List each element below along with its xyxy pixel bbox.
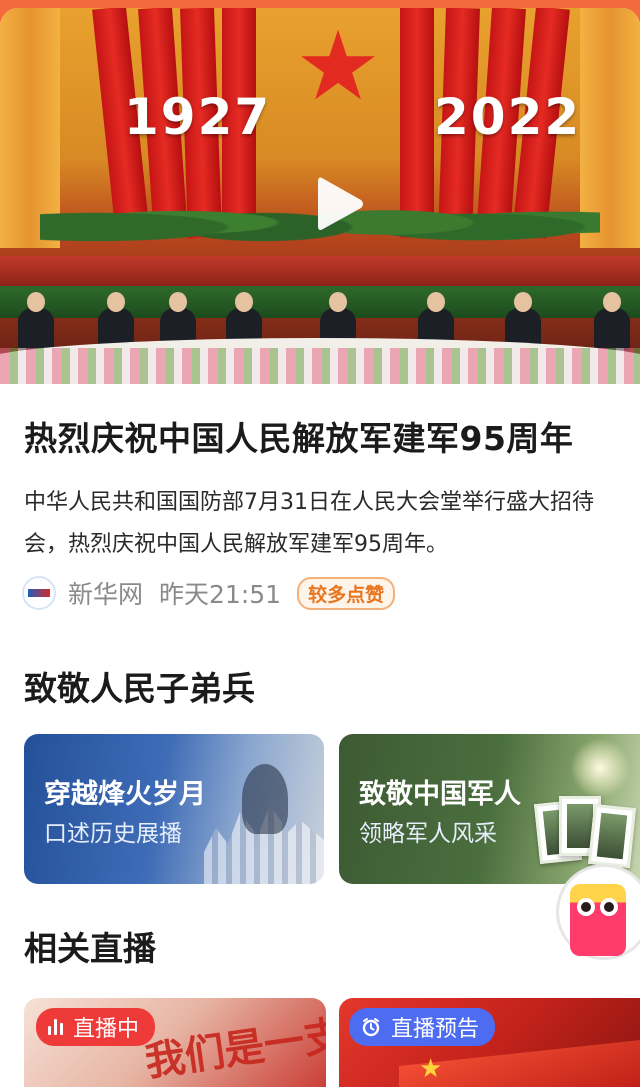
publish-time: 昨天21:51 (159, 580, 282, 609)
live-preview-badge: 直播预告 (349, 1008, 496, 1046)
live-now-badge: 直播中 (36, 1008, 156, 1046)
flowers (0, 348, 640, 384)
tile-salute-soldiers[interactable]: 致敬中国军人 领略军人风采 (339, 734, 640, 884)
mascot-eye (577, 898, 595, 916)
live-badge-label: 直播中 (73, 1017, 140, 1042)
tile-subtitle: 口述历史展播 (44, 821, 182, 847)
sunlight (570, 738, 630, 798)
mascot-icon (570, 884, 626, 956)
article-title[interactable]: 热烈庆祝中国人民解放军建军95周年 (24, 412, 573, 460)
person (18, 292, 54, 350)
live-bars-icon (48, 1019, 63, 1035)
hedge (0, 286, 640, 318)
hero-video[interactable]: ★ 1927 2022 (0, 8, 640, 384)
xinhua-logo (22, 576, 56, 610)
article-meta: 新华网 昨天21:51 较多点赞 (22, 574, 396, 612)
year-right: 2022 (434, 88, 582, 146)
section-heading-salute: 致敬人民子弟兵 (24, 669, 255, 708)
tile-title: 致敬中国军人 (359, 779, 521, 810)
floating-mascot-button[interactable] (554, 864, 640, 964)
mascot-eye (600, 898, 618, 916)
alarm-clock-icon (362, 1018, 380, 1037)
photo-frame (587, 803, 637, 869)
popular-badge: 较多点赞 (297, 576, 396, 610)
star-icon: ★ (419, 1054, 443, 1084)
tile-subtitle: 领略军人风采 (359, 821, 497, 847)
live-card-preview[interactable]: ★ 直播预告 (339, 998, 640, 1087)
source-name[interactable]: 新华网 (68, 575, 143, 611)
preview-badge-label: 直播预告 (391, 1017, 480, 1042)
poster-slogan: 我们是一支 (142, 1011, 326, 1086)
article-summary[interactable]: 中华人民共和国国防部7月31日在人民大会堂举行盛大招待会，热烈庆祝中国人民解放军… (24, 482, 618, 566)
stage (0, 256, 640, 286)
year-left: 1927 (124, 88, 272, 146)
tile-war-history[interactable]: 穿越烽火岁月 口述历史展播 (24, 734, 324, 884)
content-card: ★ 1927 2022 热烈庆祝中国人民解放军建军95周年 中华人民共和国国防部… (0, 8, 640, 1087)
tile-title: 穿越烽火岁月 (44, 779, 206, 810)
star-emblem-icon: ★ (294, 10, 382, 122)
live-card-now[interactable]: 我们是一支 直播中 (24, 998, 326, 1087)
person (594, 292, 630, 350)
saluting-soldier-silhouette (242, 764, 288, 834)
play-icon[interactable] (314, 172, 366, 236)
section-heading-live: 相关直播 (24, 929, 156, 968)
